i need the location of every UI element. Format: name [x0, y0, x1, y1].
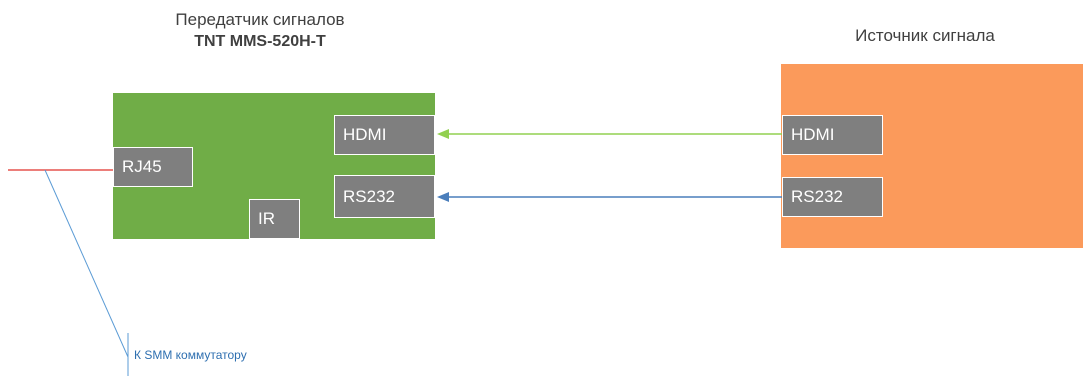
hdmi-arrowhead	[437, 129, 449, 139]
diagram-canvas: Передатчик сигналов TNT MMS-520H-T Источ…	[0, 0, 1083, 376]
connection-lines	[8, 129, 782, 376]
smm-leader-line	[44, 169, 129, 358]
smm-switch-label: К SMM коммутатору	[134, 348, 247, 362]
rs232-arrowhead	[437, 192, 449, 202]
